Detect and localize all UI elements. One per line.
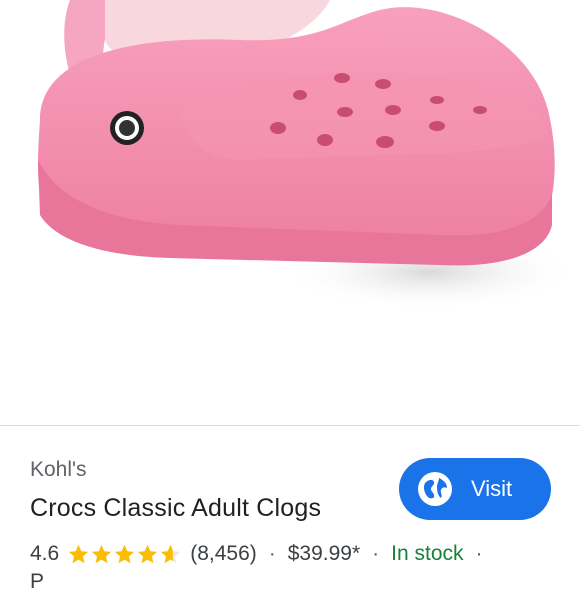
product-image[interactable] [0,0,580,420]
price: $39.99* [287,542,361,565]
globe-icon [418,472,452,506]
review-count[interactable]: (8,456) [190,542,257,566]
rating-value: 4.6 [30,542,60,565]
visit-label: Visit [471,476,513,501]
separator: · [372,542,380,565]
divider [0,425,580,426]
product-title[interactable]: Crocs Classic Adult Clogs [30,494,321,523]
star-icon [115,544,135,563]
separator: · [475,542,483,565]
info-row: 4.6 (8,456) · $39.99* · In stock · [30,542,495,566]
star-icon [92,544,112,563]
star-icon [138,544,158,563]
stock-status: In stock [391,542,464,565]
separator: · [268,542,276,565]
rating-stars [67,543,182,566]
store-name: Kohl's [30,458,87,481]
star-icon [161,544,181,563]
cutoff-text: P [30,570,45,593]
visit-button[interactable]: Visit [399,458,551,520]
star-icon [69,544,89,563]
